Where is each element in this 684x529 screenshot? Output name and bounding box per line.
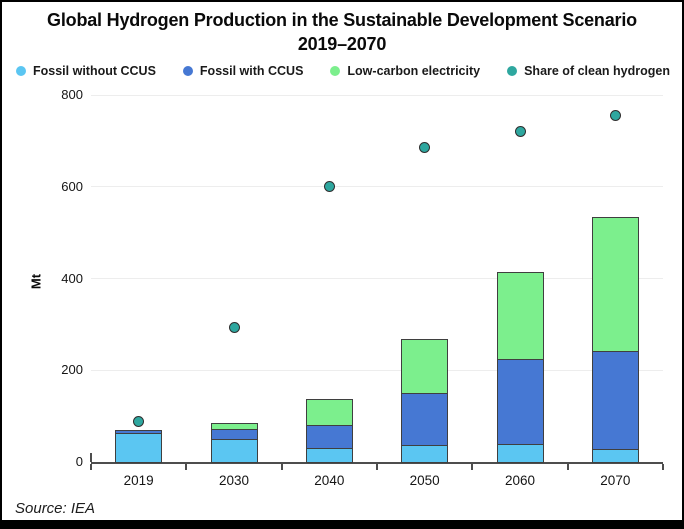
gridline-800 (91, 95, 663, 96)
x-tick-label-2070: 2070 (568, 473, 663, 488)
bar-segment-fossil-with-ccus-2050 (401, 393, 448, 445)
x-tick-label-2040: 2040 (282, 473, 377, 488)
legend: Fossil without CCUS Fossil with CCUS Low-c… (16, 62, 670, 80)
y-tick-label-0: 0 (41, 454, 83, 469)
y-tick-label-400: 400 (41, 271, 83, 286)
legend-swatch-low-carbon-electricity-icon (330, 66, 340, 76)
chart-title-line1: Global Hydrogen Production in the Sustai… (2, 8, 682, 32)
chart-title: Global Hydrogen Production in the Sustai… (2, 8, 682, 56)
legend-item-fossil-with-ccus: Fossil with CCUS (183, 64, 303, 78)
legend-item-share-of-clean-hydrogen: Share of clean hydrogen (507, 64, 670, 78)
source-note: Source: IEA (15, 500, 95, 517)
share-dot-2019 (133, 416, 144, 427)
legend-label-fossil-with-ccus: Fossil with CCUS (200, 64, 303, 78)
bar-segment-low-carbon-electricity-2060 (497, 272, 544, 360)
bar-segment-fossil-with-ccus-2019 (115, 430, 162, 434)
legend-label-share-of-clean-hydrogen: Share of clean hydrogen (524, 64, 670, 78)
bottom-accent-bar (2, 520, 682, 527)
chart-card: Global Hydrogen Production in the Sustai… (0, 0, 684, 529)
bar-segment-low-carbon-electricity-2070 (592, 217, 639, 352)
share-dot-2050 (419, 142, 430, 153)
bar-segment-fossil-without-ccus-2040 (306, 448, 353, 463)
gridline-200 (91, 370, 663, 371)
legend-item-fossil-without-ccus: Fossil without CCUS (16, 64, 156, 78)
y-tick-label-800: 800 (41, 87, 83, 102)
legend-item-low-carbon-electricity: Low-carbon electricity (330, 64, 480, 78)
legend-swatch-fossil-with-ccus-icon (183, 66, 193, 76)
y-tick-label-200: 200 (41, 362, 83, 377)
x-axis-tick (376, 464, 378, 470)
share-dot-2040 (324, 181, 335, 192)
bar-segment-low-carbon-electricity-2050 (401, 339, 448, 394)
plot-area: 201920302040205020602070 (91, 95, 663, 462)
x-axis-tick (185, 464, 187, 470)
bar-segment-fossil-with-ccus-2070 (592, 351, 639, 450)
x-tick-label-2050: 2050 (377, 473, 472, 488)
share-dot-2060 (515, 126, 526, 137)
x-tick-label-2060: 2060 (472, 473, 567, 488)
x-axis-tick (567, 464, 569, 470)
bar-segment-low-carbon-electricity-2040 (306, 399, 353, 427)
x-axis-tick (662, 464, 664, 470)
bar-segment-fossil-without-ccus-2070 (592, 449, 639, 463)
bar-segment-fossil-without-ccus-2030 (211, 439, 258, 463)
legend-label-low-carbon-electricity: Low-carbon electricity (347, 64, 480, 78)
share-dot-2070 (610, 110, 621, 121)
gridline-400 (91, 278, 663, 279)
legend-label-fossil-without-ccus: Fossil without CCUS (33, 64, 156, 78)
legend-swatch-share-of-clean-hydrogen-icon (507, 66, 517, 76)
x-axis-tick (471, 464, 473, 470)
share-dot-2030 (229, 322, 240, 333)
y-tick-label-600: 600 (41, 179, 83, 194)
x-axis-tick (90, 464, 92, 470)
bar-segment-fossil-without-ccus-2019 (115, 433, 162, 463)
gridline-600 (91, 186, 663, 187)
bar-segment-fossil-with-ccus-2060 (497, 359, 544, 445)
y-axis-stub (90, 453, 92, 462)
bar-segment-fossil-with-ccus-2030 (211, 429, 258, 439)
x-tick-label-2019: 2019 (91, 473, 186, 488)
bar-segment-low-carbon-electricity-2030 (211, 423, 258, 431)
x-tick-label-2030: 2030 (186, 473, 281, 488)
bar-segment-fossil-without-ccus-2050 (401, 445, 448, 463)
bar-segment-fossil-without-ccus-2060 (497, 444, 544, 463)
bar-segment-fossil-with-ccus-2040 (306, 425, 353, 449)
legend-swatch-fossil-without-ccus-icon (16, 66, 26, 76)
chart-title-line2: 2019–2070 (2, 32, 682, 56)
x-axis-tick (281, 464, 283, 470)
